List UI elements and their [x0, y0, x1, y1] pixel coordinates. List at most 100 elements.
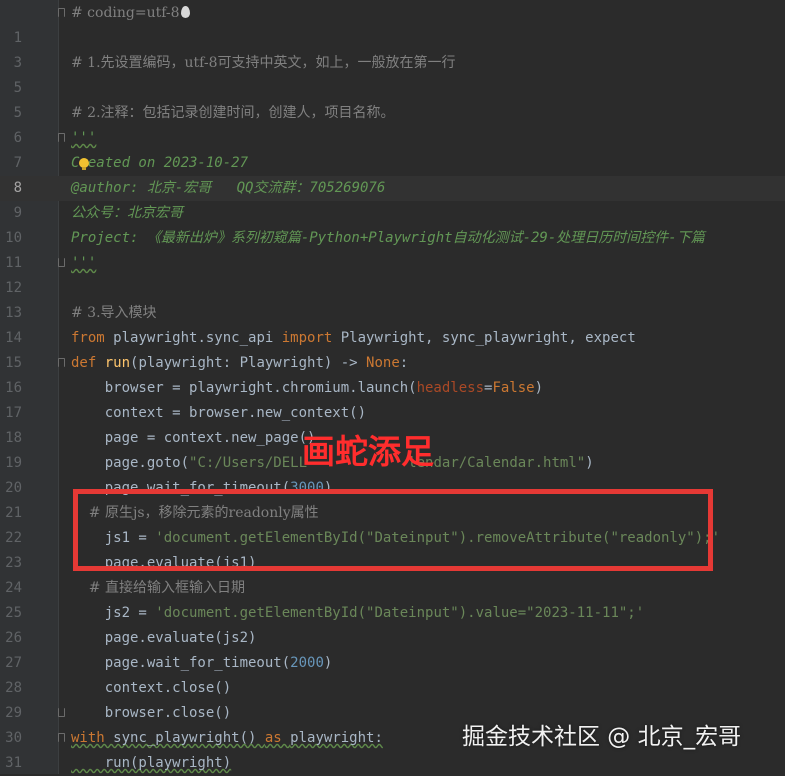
line-number: 24	[5, 580, 22, 596]
line-number: 5	[13, 80, 22, 96]
code-line[interactable]: # coding=utf-8	[0, 1, 785, 26]
line-number: 17	[5, 405, 22, 421]
code-text: # 3.导入模块	[71, 301, 157, 326]
code-token: run(playwright)	[71, 755, 232, 771]
code-line[interactable]: 5 # 2.注释：包括记录创建时间，创建人，项目名称。	[0, 101, 785, 126]
fold-marker-icon[interactable]	[58, 733, 65, 742]
line-number: 16	[5, 380, 22, 396]
fold-marker-icon[interactable]	[58, 258, 65, 267]
code-text: # 2.注释：包括记录创建时间，创建人，项目名称。	[71, 101, 395, 126]
code-token: playwright.sync_api	[113, 330, 282, 346]
line-number: 3	[13, 55, 22, 71]
code-token: # 3.导入模块	[71, 305, 157, 321]
flame-icon	[180, 6, 190, 18]
code-line[interactable]: 8 @author: 北京-宏哥 QQ交流群：705269076	[0, 176, 785, 201]
code-text: js1 = 'document.getElementById("Dateinpu…	[71, 526, 720, 551]
code-token: js2 =	[71, 605, 156, 621]
code-line[interactable]: 13 # 3.导入模块	[0, 301, 785, 326]
code-token: js1 =	[71, 530, 156, 546]
code-text: page.evaluate(js2)	[71, 626, 257, 651]
fold-marker-icon[interactable]	[58, 133, 65, 142]
code-text: run(playwright)	[71, 751, 231, 776]
annotation-label: 画蛇添足	[302, 432, 434, 471]
code-token: context.close()	[71, 680, 232, 696]
code-token: # 原生js，移除元素的readonly属性	[71, 505, 319, 521]
code-line[interactable]: 6 '''	[0, 126, 785, 151]
line-number: 6	[13, 130, 22, 146]
code-line[interactable]: 14 from playwright.sync_api import Playwr…	[0, 326, 785, 351]
line-number: 11	[5, 255, 22, 271]
watermark: 掘金技术社区 @ 北京_宏哥	[462, 724, 742, 750]
code-text: browser.close()	[71, 701, 231, 726]
code-token: 3000	[290, 480, 324, 496]
code-line[interactable]: 27 page.wait_for_timeout(2000)	[0, 651, 785, 676]
lightbulb-icon[interactable]	[79, 158, 89, 170]
code-text: # 直接给输入框输入日期	[71, 576, 245, 601]
code-line[interactable]: 15 def run(playwright: Playwright) -> Non…	[0, 351, 785, 376]
line-number: 5	[13, 105, 22, 121]
code-token: )	[323, 480, 333, 496]
code-token: as	[264, 730, 291, 746]
code-line[interactable]: 3 # 1.先设置编码，utf-8可支持中英文，如上，一般放在第一行	[0, 51, 785, 76]
code-text: 公众号：北京宏哥	[71, 201, 183, 226]
code-line[interactable]: 5	[0, 76, 785, 101]
code-token: 'document.getElementById("Dateinput").va…	[155, 605, 645, 621]
line-number: 21	[5, 505, 22, 521]
code-token: browser.close()	[71, 705, 232, 721]
code-token: Playwright, sync_playwright, expect	[340, 330, 636, 346]
code-token: browser = playwright.chromium.launch(	[71, 380, 417, 396]
code-editor[interactable]: # coding=utf-8 1 3 # 1.先设置编码，utf-8可支持中英文，如上…	[0, 0, 785, 774]
code-line[interactable]: 10 Project: 《最新出炉》系列初窥篇-Python+Playwright…	[0, 226, 785, 251]
line-number: 31	[5, 755, 22, 771]
code-token: run	[104, 355, 131, 371]
code-text: '''	[71, 251, 96, 276]
fold-marker-icon[interactable]	[58, 358, 65, 367]
fold-marker-icon[interactable]	[58, 8, 65, 17]
line-number: 27	[5, 655, 22, 671]
code-token: '''	[71, 255, 97, 271]
code-token: 'document.getElementById("Dateinput").re…	[155, 530, 721, 546]
code-token: page = context.new_page()	[71, 430, 316, 446]
code-line[interactable]: 20 page.wait_for_timeout(3000)	[0, 476, 785, 501]
code-line[interactable]: 22 js1 = 'document.getElementById("Datei…	[0, 526, 785, 551]
code-line[interactable]: 21 # 原生js，移除元素的readonly属性	[0, 501, 785, 526]
code-token: (playwright: Playwright) ->	[130, 355, 367, 371]
code-text: # coding=utf-8	[71, 1, 190, 26]
code-line[interactable]: 16 browser = playwright.chromium.launch(…	[0, 376, 785, 401]
code-token: )	[534, 380, 544, 396]
code-line[interactable]: 23 page.evaluate(js1)	[0, 551, 785, 576]
code-line[interactable]: 31 run(playwright)	[0, 751, 785, 776]
code-line[interactable]: 12	[0, 276, 785, 301]
code-text: def run(playwright: Playwright) -> None:	[71, 351, 408, 376]
code-line[interactable]: 25 js2 = 'document.getElementById("Datei…	[0, 601, 785, 626]
code-line[interactable]: 26 page.evaluate(js2)	[0, 626, 785, 651]
code-line[interactable]: 11 '''	[0, 251, 785, 276]
code-token: Project: 《最新出炉》系列初窥篇-Python+Playwright自动…	[71, 230, 705, 246]
code-text: page.wait_for_timeout(3000)	[71, 476, 333, 501]
code-token: :	[399, 355, 409, 371]
code-token: page.wait_for_timeout(	[71, 655, 291, 671]
line-number: 9	[13, 205, 22, 221]
line-number: 12	[5, 280, 22, 296]
code-line[interactable]: 28 context.close()	[0, 676, 785, 701]
code-token: )	[323, 655, 333, 671]
code-line[interactable]: 7 Created on 2023-10-27	[0, 151, 785, 176]
code-token: playwright:	[290, 730, 383, 746]
code-line[interactable]: 1	[0, 26, 785, 51]
code-line[interactable]: 9 公众号：北京宏哥	[0, 201, 785, 226]
code-token: headless	[416, 380, 485, 396]
line-number: 20	[5, 480, 22, 496]
line-number: 26	[5, 630, 22, 646]
code-token: context = browser.new_context()	[71, 405, 367, 421]
line-number: 14	[5, 330, 22, 346]
code-line[interactable]: 24 # 直接给输入框输入日期	[0, 576, 785, 601]
code-text: browser = playwright.chromium.launch(hea…	[71, 376, 543, 401]
line-number: 18	[5, 430, 22, 446]
code-token: page.evaluate(js2)	[71, 630, 257, 646]
code-text: context = browser.new_context()	[71, 401, 366, 426]
code-token: '''	[71, 130, 97, 146]
code-line[interactable]: 17 context = browser.new_context()	[0, 401, 785, 426]
line-number: 1	[13, 30, 22, 46]
code-text: page.evaluate(js1)	[71, 551, 257, 576]
fold-marker-icon[interactable]	[58, 708, 65, 717]
